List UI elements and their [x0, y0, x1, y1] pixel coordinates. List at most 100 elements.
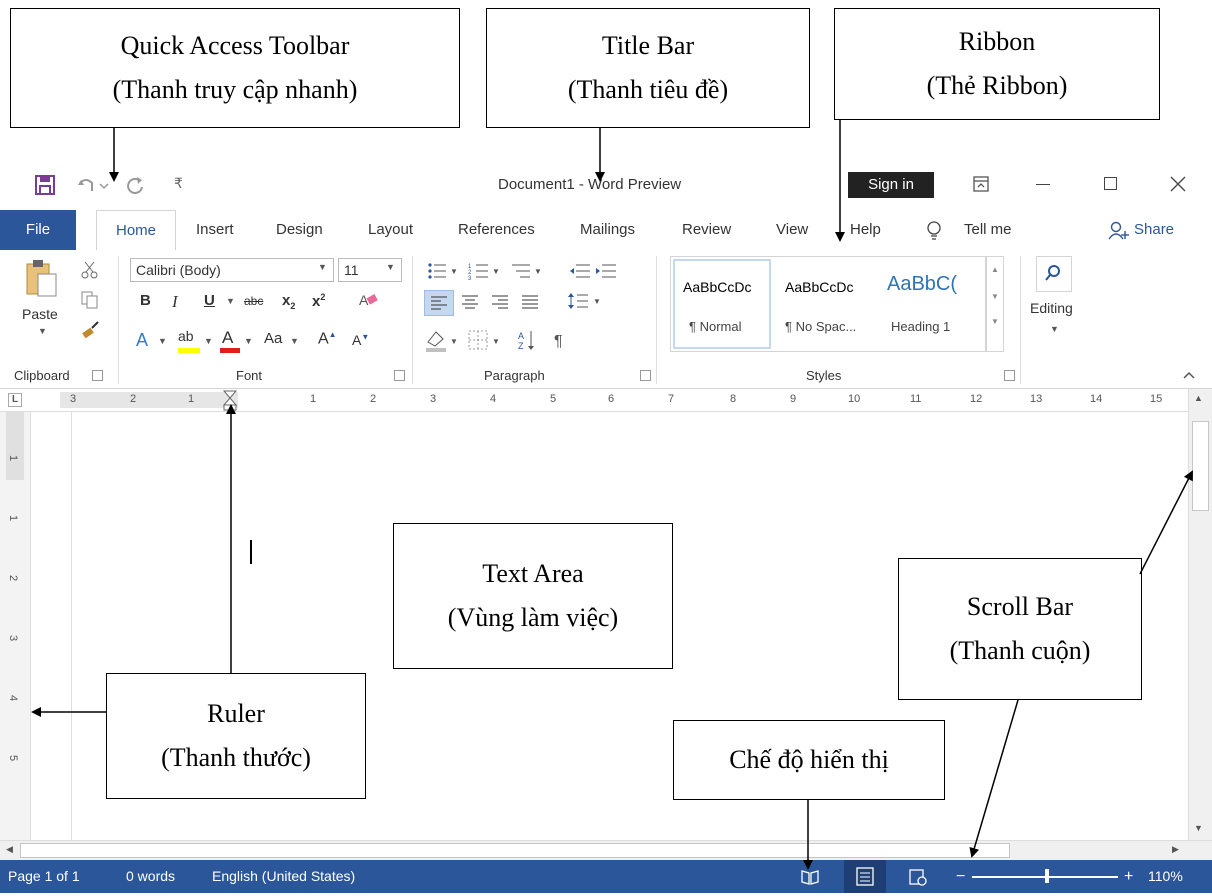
- tab-file[interactable]: File: [0, 210, 76, 250]
- share-button[interactable]: Share: [1134, 210, 1174, 250]
- word-count[interactable]: 0 words: [126, 860, 175, 893]
- horizontal-ruler[interactable]: L 3 2 1 1 2 3 4 5 6 7 8 9 10 11 12 13 14 15: [0, 389, 1212, 412]
- editing-dropdown-icon[interactable]: ▼: [1050, 324, 1059, 334]
- horizontal-scroll-thumb[interactable]: [20, 843, 1010, 858]
- paste-icon[interactable]: [24, 258, 58, 298]
- share-icon[interactable]: [1108, 221, 1130, 241]
- tab-view[interactable]: View: [776, 210, 808, 250]
- styles-launcher-icon[interactable]: [1004, 370, 1015, 381]
- ribbon-display-options-icon[interactable]: [972, 175, 990, 193]
- font-name-dropdown-icon[interactable]: ▼: [318, 262, 327, 272]
- style-no-spacing-preview: AaBbCcDc: [785, 279, 854, 295]
- scroll-left-icon[interactable]: ◀: [6, 844, 13, 855]
- underline-button[interactable]: U: [204, 292, 215, 309]
- font-color-swatch: [220, 348, 240, 353]
- alignment-buttons[interactable]: [458, 292, 558, 316]
- lightbulb-icon[interactable]: [926, 220, 942, 242]
- tab-help[interactable]: Help: [850, 210, 881, 250]
- maximize-icon[interactable]: [1104, 177, 1117, 190]
- format-painter-icon[interactable]: [80, 320, 100, 340]
- tab-layout[interactable]: Layout: [368, 210, 413, 250]
- font-size-dropdown-icon[interactable]: ▼: [386, 262, 395, 272]
- style-normal[interactable]: AaBbCcDc ¶ Normal: [673, 259, 771, 349]
- indent-marker[interactable]: [222, 389, 238, 411]
- read-mode-icon[interactable]: [800, 868, 820, 886]
- zoom-in-button[interactable]: +: [1124, 860, 1133, 893]
- highlight-color-swatch: [178, 348, 200, 353]
- tab-insert[interactable]: Insert: [196, 210, 234, 250]
- page-count[interactable]: Page 1 of 1: [8, 860, 80, 893]
- save-icon[interactable]: [34, 174, 56, 196]
- scroll-right-icon[interactable]: ▶: [1172, 844, 1179, 855]
- line-spacing-icon[interactable]: ▼: [566, 290, 606, 314]
- font-name-select[interactable]: Calibri (Body): [130, 258, 334, 282]
- clipboard-launcher-icon[interactable]: [92, 370, 103, 381]
- bold-button[interactable]: B: [140, 292, 151, 309]
- style-normal-label: ¶ Normal: [689, 319, 742, 334]
- highlight-icon[interactable]: ab: [178, 328, 194, 344]
- tab-design[interactable]: Design: [276, 210, 323, 250]
- vertical-scroll-thumb[interactable]: [1192, 421, 1209, 511]
- align-center-icon: [462, 295, 478, 309]
- tab-selector[interactable]: L: [8, 393, 22, 407]
- undo-icon[interactable]: [76, 175, 110, 195]
- minimize-icon[interactable]: [1036, 184, 1050, 185]
- highlight-dropdown-icon[interactable]: ▼: [204, 336, 213, 346]
- clear-formatting-icon[interactable]: A: [358, 290, 380, 310]
- zoom-level[interactable]: 110%: [1148, 860, 1183, 893]
- superscript-button[interactable]: x2: [312, 292, 325, 310]
- svg-text:3: 3: [468, 276, 472, 282]
- customize-qat-icon[interactable]: ₹: [174, 175, 183, 192]
- style-heading-1[interactable]: AaBbC( Heading 1: [883, 259, 973, 349]
- zoom-out-button[interactable]: −: [956, 860, 965, 893]
- group-separator: [412, 256, 413, 384]
- tab-home[interactable]: Home: [96, 210, 176, 251]
- text-effects-icon[interactable]: A: [136, 330, 148, 351]
- copy-icon[interactable]: [80, 290, 100, 310]
- scroll-down-icon[interactable]: ▼: [1194, 823, 1203, 833]
- ruler-tick-label: 8: [730, 393, 737, 405]
- styles-scroller[interactable]: ▲ ▼ ▼: [986, 256, 1004, 352]
- vertical-scrollbar[interactable]: ▲ ▼: [1188, 389, 1212, 840]
- grow-font-icon[interactable]: A▲: [318, 330, 337, 348]
- font-launcher-icon[interactable]: [394, 370, 405, 381]
- tab-review[interactable]: Review: [682, 210, 731, 250]
- print-layout-button[interactable]: [844, 860, 886, 893]
- tab-references[interactable]: References: [458, 210, 535, 250]
- paste-dropdown-icon[interactable]: ▼: [38, 326, 47, 336]
- vertical-ruler[interactable]: 1 1 2 3 4 5: [0, 412, 31, 840]
- svg-text:▼: ▼: [492, 337, 500, 346]
- collapse-ribbon-icon[interactable]: [1182, 370, 1196, 380]
- text-effects-dropdown-icon[interactable]: ▼: [158, 336, 167, 346]
- font-color-dropdown-icon[interactable]: ▼: [244, 336, 253, 346]
- align-left-button[interactable]: [424, 290, 454, 316]
- strikethrough-button[interactable]: abc: [244, 294, 263, 308]
- underline-dropdown-icon[interactable]: ▼: [226, 296, 235, 306]
- subscript-button[interactable]: x2: [282, 292, 295, 311]
- italic-button[interactable]: I: [172, 292, 178, 312]
- style-no-spacing[interactable]: AaBbCcDc ¶ No Spac...: [775, 259, 879, 349]
- cut-icon[interactable]: [80, 260, 100, 280]
- web-layout-icon[interactable]: [908, 868, 928, 886]
- language[interactable]: English (United States): [212, 860, 355, 893]
- horizontal-scrollbar[interactable]: ◀ ▶: [0, 840, 1212, 861]
- editing-search-icon[interactable]: [1036, 256, 1072, 292]
- paragraph-launcher-icon[interactable]: [640, 370, 651, 381]
- print-layout-icon: [856, 867, 874, 886]
- scroll-up-icon[interactable]: ▲: [1194, 393, 1203, 403]
- change-case-button[interactable]: Aa: [264, 330, 282, 347]
- sign-in-button[interactable]: Sign in: [848, 172, 934, 198]
- change-case-dropdown-icon[interactable]: ▼: [290, 336, 299, 346]
- tab-mailings[interactable]: Mailings: [580, 210, 635, 250]
- redo-icon[interactable]: [126, 175, 146, 195]
- tell-me-search[interactable]: Tell me: [964, 210, 1012, 250]
- ruler-tick-label: 4: [490, 393, 497, 405]
- ruler-tick-label: 14: [1090, 393, 1103, 405]
- close-icon[interactable]: [1170, 176, 1186, 192]
- editing-button[interactable]: Editing: [1030, 300, 1073, 316]
- paste-button[interactable]: Paste: [22, 306, 58, 322]
- font-color-icon[interactable]: A: [222, 328, 233, 348]
- shrink-font-icon[interactable]: A▼: [352, 332, 369, 348]
- zoom-slider-thumb[interactable]: [1044, 869, 1049, 883]
- shading-borders-row: ▼ ▼ AZ ¶: [426, 330, 563, 352]
